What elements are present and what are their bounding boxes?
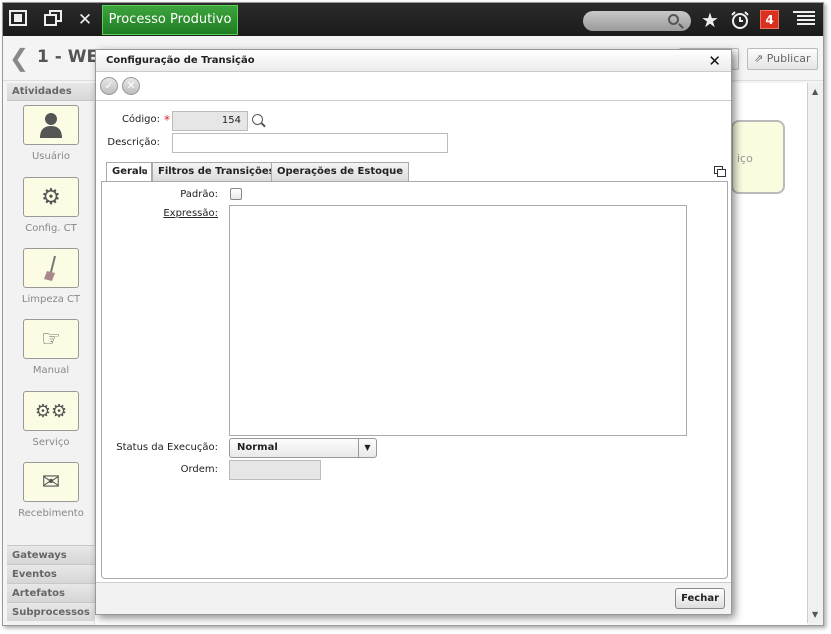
- palette-section-subprocessos[interactable]: Subprocessos: [7, 602, 95, 621]
- fechar-button[interactable]: Fechar: [675, 588, 725, 609]
- search-input[interactable]: [583, 11, 691, 31]
- palette-section-artefatos[interactable]: Artefatos: [7, 583, 95, 602]
- confirm-icon[interactable]: ✓: [100, 77, 118, 95]
- descricao-field[interactable]: [172, 133, 448, 153]
- restore-icon[interactable]: [43, 10, 63, 30]
- canvas-node-servico[interactable]: iço: [731, 120, 785, 194]
- status-execucao-value: Normal: [237, 442, 278, 453]
- expressao-label[interactable]: Expressão:: [142, 208, 218, 219]
- envelope-icon: ✉: [41, 470, 61, 495]
- palette-item-manual[interactable]: ☞ Manual: [7, 319, 95, 389]
- activity-palette: Atividades Usuário ⚙ Config. CT Limpeza …: [7, 83, 95, 625]
- palette-item-servico[interactable]: ⚙⚙ Serviço: [7, 391, 95, 461]
- palette-section-eventos[interactable]: Eventos: [7, 564, 95, 583]
- ordem-field[interactable]: [229, 460, 321, 480]
- palette-item-recebimento[interactable]: ✉ Recebimento: [7, 462, 95, 532]
- descricao-label: Descrição:: [107, 137, 160, 148]
- share-icon: ⇗: [754, 52, 767, 65]
- publish-label: Publicar: [766, 52, 811, 65]
- star-icon[interactable]: ★: [700, 10, 720, 30]
- transition-config-dialog: Configuração de Transição ✕ ✓ ✕ Código: …: [95, 49, 732, 615]
- tab-operacoes-de-estoque[interactable]: Operações de Estoque: [271, 162, 410, 181]
- palette-item-label: Manual: [32, 365, 70, 376]
- status-execucao-label: Status da Execução:: [116, 442, 218, 453]
- gears-icon: ⚙⚙: [34, 401, 68, 422]
- dialog-title: Configuração de Transição: [106, 55, 255, 66]
- app-window: ✕ Processo Produtivo ★ 4 ❮ 1 - WES ⇗ Pub…: [2, 2, 824, 626]
- palette-item-usuario[interactable]: Usuário: [7, 105, 95, 175]
- expand-window-icon[interactable]: [714, 166, 726, 177]
- fullscreen-icon[interactable]: [8, 10, 28, 30]
- menu-icon[interactable]: [793, 10, 815, 30]
- palette-item-label: Serviço: [32, 437, 70, 448]
- padrao-label: Padrão:: [180, 189, 218, 200]
- notification-badge[interactable]: 4: [760, 10, 779, 29]
- scroll-down-icon[interactable]: ▼: [812, 610, 818, 619]
- palette-item-label: Recebimento: [18, 508, 84, 519]
- codigo-field[interactable]: 154: [172, 111, 248, 131]
- palette-item-label: Limpeza CT: [21, 294, 81, 305]
- tab-geral-label: Geral: [112, 166, 143, 177]
- palette-item-label: Config. CT: [25, 223, 77, 234]
- broom-icon: [24, 254, 78, 291]
- scroll-up-icon[interactable]: ▲: [812, 87, 818, 96]
- user-icon: [24, 111, 78, 148]
- tab-processo-produtivo[interactable]: Processo Produtivo: [102, 5, 238, 35]
- dialog-footer: Fechar: [96, 582, 731, 614]
- gear-icon: ⚙: [41, 185, 61, 210]
- tab-geral[interactable]: Geral⧉: [106, 162, 152, 182]
- alarm-icon[interactable]: [730, 10, 750, 30]
- codigo-label: Código:: [121, 114, 160, 125]
- palette-item-config-ct[interactable]: ⚙ Config. CT: [7, 177, 95, 247]
- palette-section-gateways[interactable]: Gateways: [7, 545, 95, 564]
- required-asterisk: *: [164, 113, 170, 127]
- palette-item-limpeza-ct[interactable]: Limpeza CT: [7, 248, 95, 318]
- padrao-checkbox[interactable]: [230, 188, 242, 200]
- tab-panel-geral: Padrão: Expressão: Status da Execução: N…: [101, 181, 728, 579]
- top-bar: ✕ Processo Produtivo ★ 4: [3, 3, 823, 36]
- publish-button[interactable]: ⇗ Publicar: [747, 48, 818, 70]
- cancel-icon[interactable]: ✕: [122, 77, 140, 95]
- ordem-label: Ordem:: [180, 464, 218, 475]
- back-arrow-icon[interactable]: ❮: [9, 44, 29, 72]
- chevron-down-icon[interactable]: ▼: [358, 439, 376, 457]
- search-icon[interactable]: [252, 114, 263, 125]
- tab-pin-icon: ⧉: [142, 168, 148, 176]
- dialog-toolbar: ✓ ✕: [96, 73, 731, 101]
- dialog-close-icon[interactable]: ✕: [708, 52, 721, 70]
- dialog-title-bar: Configuração de Transição ✕: [96, 50, 731, 72]
- search-icon: [668, 14, 679, 25]
- status-execucao-select[interactable]: Normal ▼: [229, 438, 377, 458]
- tab-filtros-de-transicoes[interactable]: Filtros de Transições: [152, 162, 281, 181]
- canvas-scrollbar[interactable]: ▲ ▼: [807, 83, 823, 623]
- palette-section-atividades[interactable]: Atividades: [7, 83, 94, 101]
- hand-icon: ☞: [41, 327, 61, 352]
- expressao-textarea[interactable]: [229, 205, 687, 436]
- palette-item-label: Usuário: [31, 151, 70, 162]
- close-icon[interactable]: ✕: [75, 10, 95, 30]
